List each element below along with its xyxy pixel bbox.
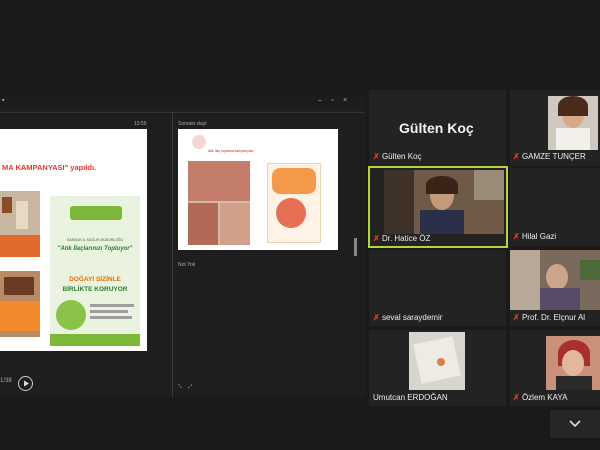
share-titlebar	[0, 95, 365, 107]
mic-muted-icon: ✗	[513, 393, 520, 402]
participant-name: GAMZE TUNÇER	[521, 152, 586, 161]
poster-line-1: DOĞAYI SİZİNLE	[69, 276, 121, 283]
play-icon	[24, 380, 29, 387]
minimize-button[interactable]: –	[318, 97, 322, 104]
mic-muted-icon: ✗	[373, 152, 380, 161]
maximize-button[interactable]: ▫	[331, 97, 333, 104]
zoom-in-button[interactable]: ⤢	[188, 384, 192, 390]
preview-caption: Atık ilaç toplama kampanyası	[208, 149, 254, 153]
slide-time: 10:55	[134, 121, 147, 127]
participant-tile-elcnur[interactable]: ✗ Prof. Dr. Elçnur Al	[510, 250, 600, 326]
next-slide-preview: Atık ilaç toplama kampanyası	[178, 129, 338, 250]
campaign-photo-2	[0, 271, 40, 337]
chevron-down-icon	[569, 420, 581, 428]
gallery-scroll-down-button[interactable]	[550, 410, 600, 438]
participant-tile-gulten[interactable]: Gülten Koç ✗ Gülten Koç	[369, 90, 506, 166]
participant-name: Özlem KAYA	[521, 393, 568, 402]
participant-name: Prof. Dr. Elçnur Al	[521, 313, 586, 322]
participant-tile-hatice[interactable]: ✗ Dr. Hatice ÖZ	[368, 166, 508, 248]
participant-tile-hilal[interactable]: ✗ Hilal Gazi	[510, 168, 600, 246]
participant-name: Gülten Koç	[381, 152, 422, 161]
participant-name: seval saraydemir	[381, 313, 443, 322]
mic-muted-icon: ✗	[513, 313, 520, 322]
slide-title: MA KAMPANYASI" yapıldı.	[2, 163, 97, 172]
current-slide: MA KAMPANYASI" yapıldı. SAMSUN İL SAĞLIK…	[0, 129, 147, 351]
mic-muted-icon: ✗	[513, 152, 520, 161]
close-button[interactable]: ×	[343, 97, 347, 104]
next-slide-button[interactable]	[18, 376, 33, 391]
zoom-out-button[interactable]: ⤡	[178, 384, 182, 390]
preview-poster	[267, 163, 321, 243]
notes-scrollbar[interactable]	[354, 238, 357, 256]
mic-muted-icon: ✗	[373, 234, 380, 243]
pane-divider	[172, 112, 173, 397]
participant-tile-seval[interactable]: ✗ seval saraydemir	[369, 250, 506, 326]
campaign-poster: SAMSUN İL SAĞLIK MÜDÜRLÜĞÜ "Atık İlaçlar…	[50, 196, 140, 346]
window-label: ▪	[2, 97, 5, 104]
mic-muted-icon: ✗	[513, 232, 520, 241]
notes-label: Not Yok	[178, 262, 196, 268]
participant-name: Umutcan ERDOĞAN	[373, 393, 448, 402]
participant-tile-gamze[interactable]: ✗ GAMZE TUNÇER	[510, 90, 600, 166]
poster-line-2: BİRLİKTE KORUYOR	[62, 286, 128, 293]
participant-video	[409, 332, 465, 390]
page-indicator: 1/38	[0, 378, 12, 384]
poster-header: SAMSUN İL SAĞLIK MÜDÜRLÜĞÜ	[66, 238, 124, 242]
campaign-photo-1	[0, 191, 40, 257]
participant-video	[384, 170, 504, 234]
participant-tile-umutcan[interactable]: Umutcan ERDOĞAN	[369, 330, 506, 406]
participant-tile-ozlem[interactable]: ✗ Özlem KAYA	[510, 330, 600, 406]
poster-quote: "Atık İlaçlarınızı Topluyor"	[57, 246, 133, 252]
participant-name-large: Gülten Koç	[399, 120, 474, 136]
next-slide-label: Sonraki slayt	[178, 121, 207, 127]
mic-muted-icon: ✗	[373, 313, 380, 322]
participant-name: Dr. Hatice ÖZ	[381, 234, 431, 243]
share-toolbar-divider	[0, 112, 365, 113]
participant-video	[546, 336, 600, 390]
preview-photo	[188, 161, 250, 245]
participant-video	[510, 250, 600, 310]
participant-video	[548, 96, 598, 150]
participant-name: Hilal Gazi	[521, 232, 557, 241]
